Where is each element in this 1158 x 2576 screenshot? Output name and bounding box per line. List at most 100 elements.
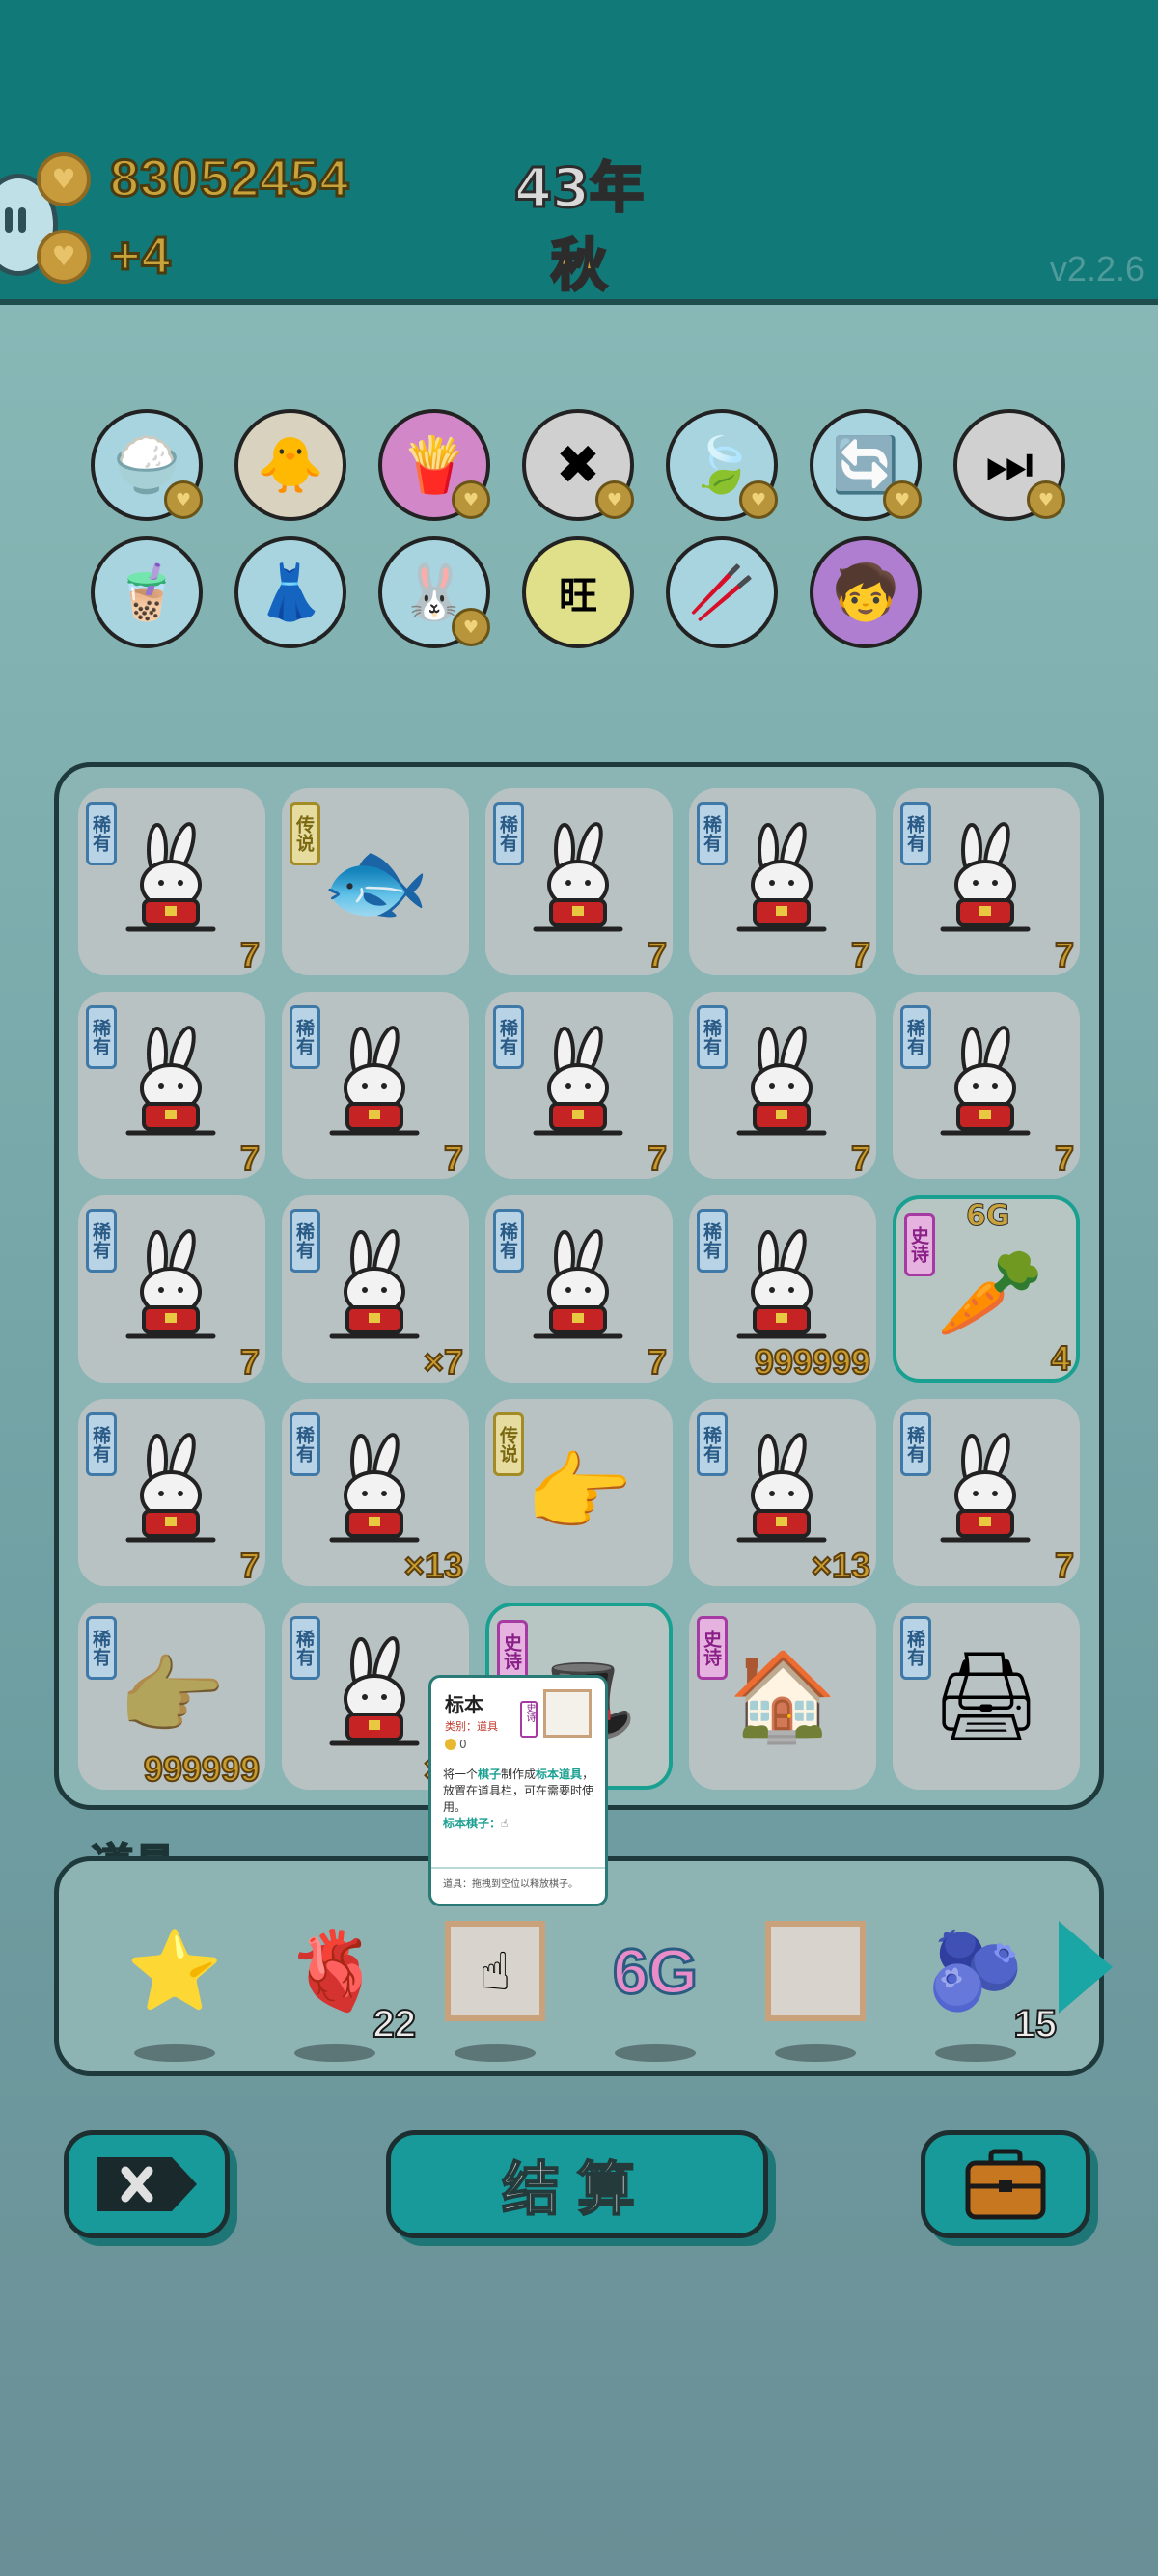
tooltip-rarity-tag: 史诗: [520, 1701, 538, 1738]
rarity-tag: 稀有: [900, 1616, 931, 1680]
game-board: 稀有 7 🐟 传说 稀有 7 稀有 7 稀有 7 稀有 7 稀有 7 稀有 7 稀有 7: [54, 762, 1104, 1810]
rarity-tag: 稀有: [493, 802, 524, 865]
chopsticks-icon: 🥢: [688, 562, 756, 624]
coin-badge-icon: ♥: [452, 480, 490, 519]
tooltip-title: 标本: [445, 1693, 483, 1716]
rarity-tag: 稀有: [86, 1616, 117, 1680]
coin-badge-icon: ♥: [1027, 480, 1065, 519]
coin-count: 83052454: [108, 149, 350, 209]
board-cell[interactable]: 稀有 7: [78, 788, 265, 975]
bubble-tea-icon: 🧋: [113, 562, 180, 624]
board-cell[interactable]: 稀有 ×13: [689, 1399, 876, 1586]
board-cell[interactable]: 稀有 ×13: [282, 1399, 469, 1586]
skirt-icon: 👗: [257, 562, 324, 624]
specimen-hand-icon: ☝: [445, 1921, 545, 2021]
tool-skirt-button[interactable]: 👗: [234, 536, 346, 648]
item-6g[interactable]: 6G: [597, 1913, 713, 2062]
tool-delete-button[interactable]: ✖ ♥: [522, 409, 634, 521]
tool-wang-wang-button[interactable]: 旺: [522, 536, 634, 648]
board-cell[interactable]: 稀有 7: [78, 1399, 265, 1586]
board-cell[interactable]: 稀有 7: [689, 788, 876, 975]
piece-quantity: 7: [647, 934, 668, 975]
rarity-tag: 稀有: [493, 1209, 524, 1273]
board-cell[interactable]: 稀有 999999: [689, 1195, 876, 1383]
coin-income-icon: [37, 230, 91, 284]
tool-skip-button[interactable]: ⏭ ♥: [953, 409, 1065, 521]
tooltip-description: 将一个棋子制作成标本道具，放置在道具栏，可在需要时使用。 标本棋子：☝: [443, 1768, 594, 1830]
tool-fries-button[interactable]: 🍟 ♥: [378, 409, 490, 521]
board-cell[interactable]: 👉 稀有 999999: [78, 1603, 265, 1790]
rarity-tag: 稀有: [290, 1005, 320, 1069]
rarity-tag: 史诗: [697, 1616, 728, 1680]
item-shadow: [294, 2044, 375, 2062]
tooltip-type: 类别：道具: [445, 1720, 498, 1733]
item-star[interactable]: ⭐: [117, 1913, 233, 2062]
blueberry-icon: 🫐: [927, 1926, 1024, 2015]
delete-icon: ✖: [555, 433, 601, 497]
board-cell[interactable]: 🥕 史诗 6G 4: [893, 1195, 1080, 1383]
rarity-tag: 稀有: [697, 1005, 728, 1069]
tool-bunny-button[interactable]: 🐰 ♥: [378, 536, 490, 648]
board-cell[interactable]: 稀有 7: [893, 788, 1080, 975]
board-cell[interactable]: 稀有 7: [485, 1195, 673, 1383]
skip-icon: ⏭: [984, 433, 1034, 496]
item-shadow: [455, 2044, 536, 2062]
piece-quantity: 999999: [143, 1748, 261, 1790]
star-icon: ⭐: [126, 1926, 223, 2015]
item-shadow: [935, 2044, 1016, 2062]
rarity-tag: 稀有: [290, 1412, 320, 1476]
tool-refresh-button[interactable]: 🔄 ♥: [810, 409, 922, 521]
settle-button[interactable]: 结算: [386, 2130, 768, 2238]
top-bar: 83052454 +4 43年 秋 v2.2.6: [0, 0, 1158, 301]
hand-icon: ☝: [501, 1817, 509, 1830]
board-cell[interactable]: 稀有 ×7: [282, 1195, 469, 1383]
tool-chopsticks-button[interactable]: 🥢: [666, 536, 778, 648]
board-cell[interactable]: 👉 传说: [485, 1399, 673, 1586]
next-arrow-icon[interactable]: [1059, 1921, 1113, 2014]
piece-quantity: 7: [239, 934, 261, 975]
pause-icon: [5, 207, 13, 233]
delete-button[interactable]: [64, 2130, 230, 2238]
piece-quantity: 7: [239, 1545, 261, 1586]
board-cell[interactable]: 稀有 7: [893, 992, 1080, 1179]
tool-leaf-button[interactable]: 🍃 ♥: [666, 409, 778, 521]
board-cell[interactable]: 稀有 7: [485, 992, 673, 1179]
rarity-tag: 稀有: [697, 1209, 728, 1273]
item-blueberry[interactable]: 🫐 15: [918, 1913, 1058, 2062]
rarity-tag: 稀有: [86, 1209, 117, 1273]
version-label: v2.2.6: [1049, 249, 1144, 288]
item-tooltip: 标本 类别：道具 0 史诗 将一个棋子制作成标本道具，放置在道具栏，可在需要时使…: [428, 1675, 608, 1906]
piece-quantity: 7: [1054, 1545, 1075, 1586]
rarity-tag: 稀有: [86, 1005, 117, 1069]
tool-rice-bowl-button[interactable]: 🍚 ♥: [91, 409, 203, 521]
board-cell[interactable]: 🖨 稀有: [893, 1603, 1080, 1790]
board-cell[interactable]: 稀有 7: [893, 1399, 1080, 1586]
item-specimen-hand[interactable]: ☝: [437, 1913, 553, 2062]
item-count: 15: [1013, 2002, 1058, 2046]
tool-math-kid-button[interactable]: 🧒: [810, 536, 922, 648]
tool-chick-button[interactable]: 🐥: [234, 409, 346, 521]
board-cell[interactable]: 稀有 7: [78, 992, 265, 1179]
briefcase-icon: [965, 2149, 1046, 2220]
inventory-button[interactable]: [921, 2130, 1090, 2238]
liver-icon: 🫀: [287, 1926, 383, 2015]
coin-icon: [37, 152, 91, 206]
coin-income: +4: [109, 226, 173, 287]
board-cell[interactable]: 🐟 传说: [282, 788, 469, 975]
board-cell[interactable]: 稀有 7: [78, 1195, 265, 1383]
rarity-tag: 稀有: [900, 802, 931, 865]
board-cell[interactable]: 🏠 史诗: [689, 1603, 876, 1790]
board-cell[interactable]: 稀有 7: [485, 788, 673, 975]
rarity-tag: 传说: [290, 802, 320, 865]
rarity-tag: 稀有: [900, 1005, 931, 1069]
piece-quantity: 4: [1050, 1337, 1071, 1379]
board-cell[interactable]: 稀有 7: [282, 992, 469, 1179]
piece-quantity: 999999: [754, 1341, 871, 1383]
tool-bubble-tea-button[interactable]: 🧋: [91, 536, 203, 648]
item-frame[interactable]: [758, 1913, 873, 2062]
board-cell[interactable]: 稀有 7: [689, 992, 876, 1179]
specimen-frame-icon: [543, 1689, 592, 1738]
rarity-tag: 稀有: [86, 1412, 117, 1476]
piece-quantity: 7: [850, 934, 871, 975]
item-liver[interactable]: 🫀 22: [277, 1913, 417, 2062]
